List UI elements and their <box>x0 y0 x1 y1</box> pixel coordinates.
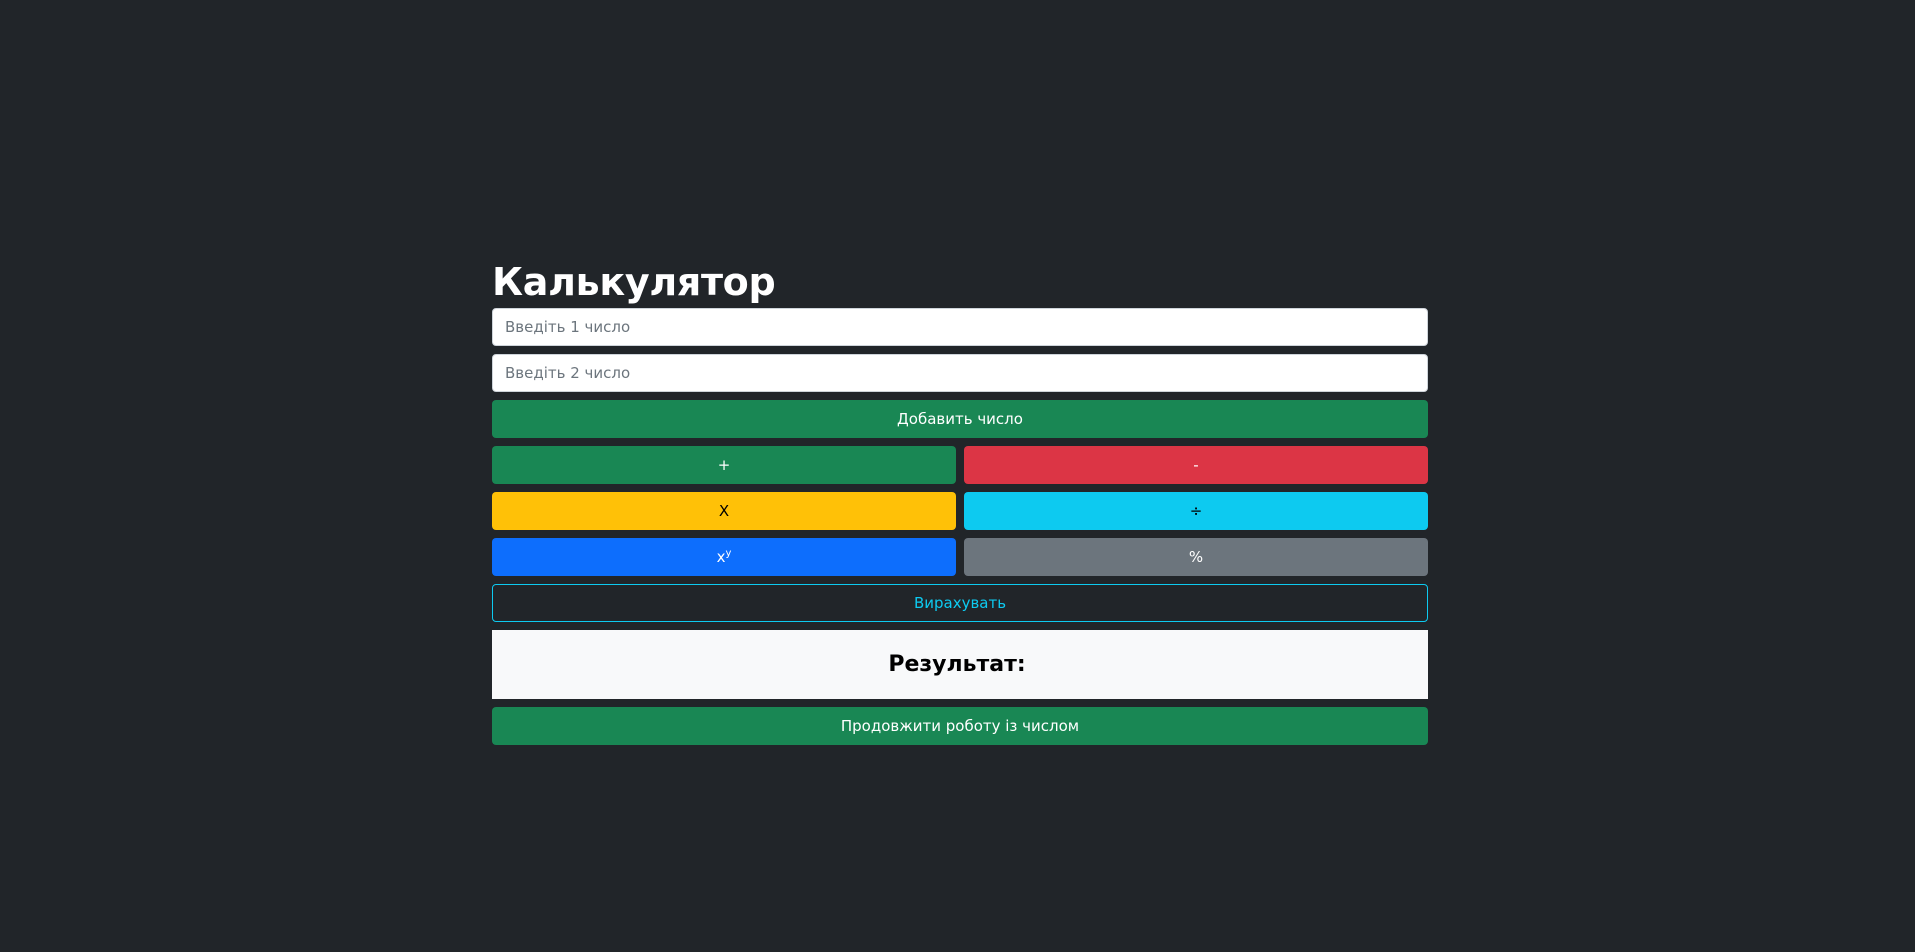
minus-button[interactable]: - <box>964 446 1428 484</box>
ops-row-1: + - <box>492 446 1428 484</box>
result-label: Результат: <box>888 652 1026 677</box>
add-number-button[interactable]: Добавить число <box>492 400 1428 438</box>
add-number-label: Добавить число <box>897 410 1023 428</box>
plus-button[interactable]: + <box>492 446 956 484</box>
continue-label: Продовжити роботу із числом <box>840 717 1080 735</box>
divide-button[interactable]: ÷ <box>964 492 1428 530</box>
continue-button[interactable]: Продовжити роботу із числом <box>492 707 1428 745</box>
percent-button[interactable]: % <box>964 538 1428 576</box>
first-number-input[interactable] <box>492 308 1428 346</box>
calculate-button[interactable]: Вирахувать <box>492 584 1428 622</box>
multiply-label: X <box>718 502 730 520</box>
calculate-label: Вирахувать <box>913 594 1007 612</box>
multiply-button[interactable]: X <box>492 492 956 530</box>
second-number-input[interactable] <box>492 354 1428 392</box>
result-panel: Результат: <box>492 630 1428 699</box>
power-exponent: y <box>725 548 732 559</box>
divide-label: ÷ <box>1189 502 1203 520</box>
ops-row-2: X ÷ <box>492 492 1428 530</box>
percent-label: % <box>1188 548 1204 566</box>
calculator: Калькулятор Добавить число + - X ÷ xy % … <box>492 256 1428 753</box>
plus-label: + <box>717 456 731 474</box>
minus-label: - <box>1193 456 1199 474</box>
power-label: xy <box>717 548 732 566</box>
ops-row-3: xy % <box>492 538 1428 576</box>
power-button[interactable]: xy <box>492 538 956 576</box>
page-title: Калькулятор <box>492 260 776 304</box>
